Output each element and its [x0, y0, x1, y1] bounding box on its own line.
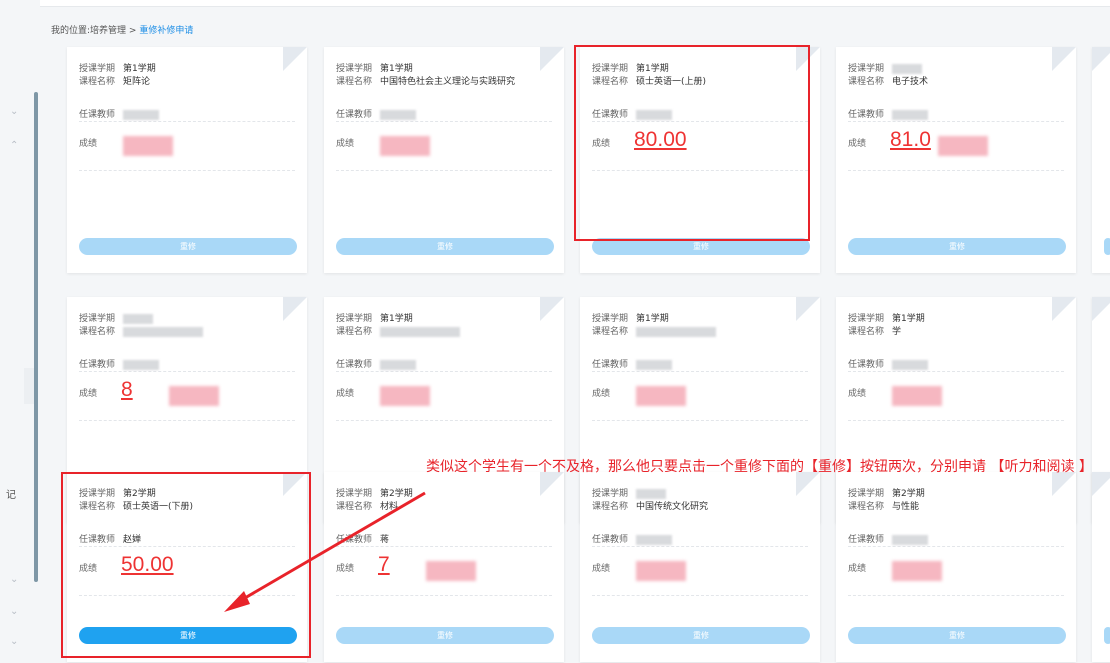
arrow-head	[224, 591, 250, 612]
arrow-line	[237, 491, 426, 604]
annotation-arrow	[224, 491, 426, 612]
